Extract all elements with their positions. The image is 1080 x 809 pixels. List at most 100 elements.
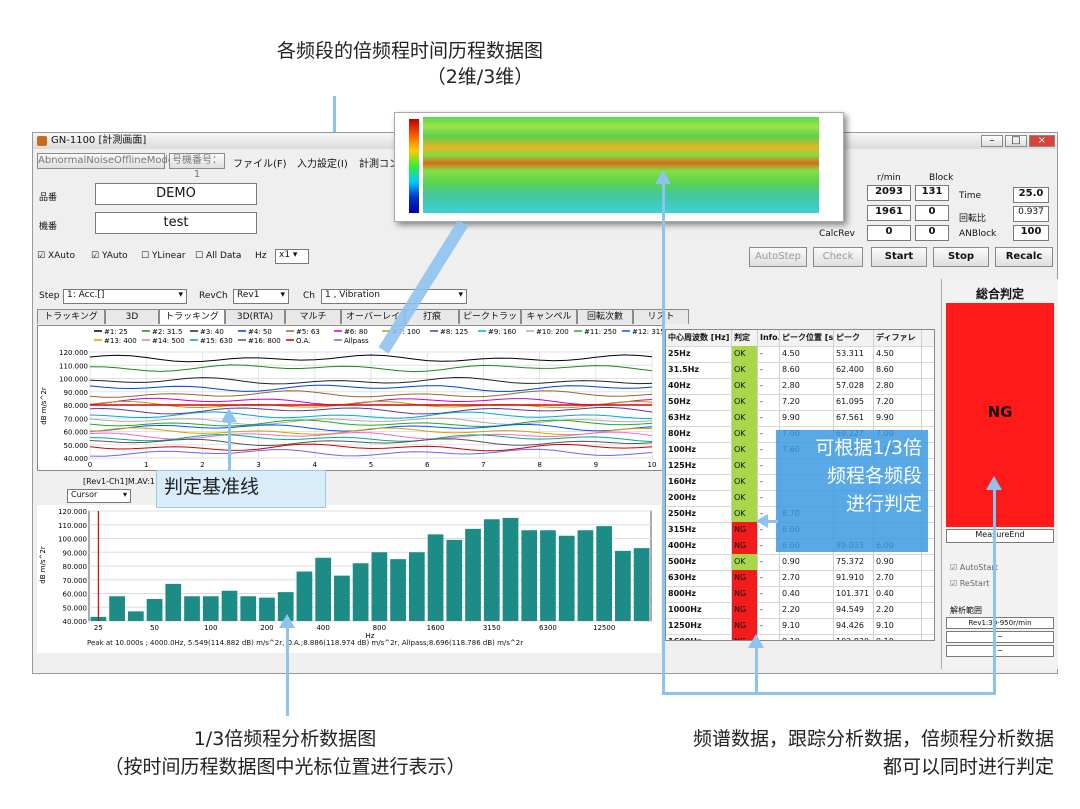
table-cell: 1250Hz (666, 618, 732, 634)
judgement-result: NG (987, 403, 1013, 421)
judge-callout-arrow-head (756, 514, 768, 528)
heatmap-popup (394, 112, 844, 222)
table-cell: 75.372 (834, 554, 874, 570)
table-cell: 2.80 (874, 378, 922, 394)
table-row[interactable]: 63Hz OK -9.90 67.561 9.90 (666, 410, 934, 427)
ratio-value: 0.937 (1013, 206, 1049, 222)
bar (615, 550, 631, 621)
legend-entry: #4: 50 (248, 328, 272, 336)
options-row: ☑ XAuto ☑ YAuto ☐ YLinear ☐ All Data Hz … (37, 249, 337, 265)
table-cell: 57.028 (834, 378, 874, 394)
table-cell: 9.10 (780, 618, 834, 634)
tab-order[interactable]: 回転次數 (577, 309, 633, 324)
tab-3d[interactable]: 3D (105, 309, 159, 324)
criteria-label: 判定基准线 (164, 476, 260, 498)
maximize-button[interactable]: □ (1005, 135, 1027, 147)
machine-number-button[interactable]: 号機番号：1 (169, 153, 225, 180)
start-button[interactable]: Start (871, 247, 927, 267)
menu-file[interactable]: ファイル(F) (233, 155, 287, 170)
table-row[interactable]: 40Hz OK -2.80 57.028 2.80 (666, 378, 934, 395)
col-header-freq: 中心周波数 [Hz] (666, 330, 732, 346)
judge-cell: OK (732, 362, 758, 378)
judge-cell: NG (732, 602, 758, 618)
table-cell: 40Hz (666, 378, 732, 394)
alldata-checkbox[interactable]: ☐ All Data (195, 251, 241, 261)
tab-tracking-rta[interactable]: トラッキング(RTA) (159, 309, 225, 337)
judge-cell: NG (732, 522, 758, 538)
tab-multi[interactable]: マルチ (285, 309, 341, 324)
recalc-button[interactable]: Recalc (995, 247, 1053, 267)
x-tick-label: 100 (204, 624, 217, 632)
x-tick-label: 25 (94, 624, 103, 632)
cursor-label: [Rev1-Ch1]M.AV:1 (83, 477, 155, 486)
table-row[interactable]: 800Hz NG -0.40 101.371 0.40 (666, 586, 934, 603)
ch-select[interactable]: 1 , Vibration ▾ (321, 289, 467, 304)
table-cell: 94.549 (834, 602, 874, 618)
annotation-bottom-left-2: （按时间历程数据图中光标位置进行表示） (104, 756, 466, 778)
product-field[interactable]: DEMO (95, 183, 257, 205)
check-button[interactable]: Check (813, 247, 863, 267)
cursor-select[interactable]: Cursor ▾ (67, 489, 131, 503)
bar (521, 530, 538, 621)
minimize-button[interactable]: – (981, 135, 1003, 147)
yauto-checkbox[interactable]: ☑ YAuto (91, 251, 128, 261)
x-tick-label: 12500 (593, 624, 615, 632)
table-row[interactable]: 31.5Hz OK -8.60 62.400 8.60 (666, 362, 934, 379)
x-tick-label: 9 (594, 461, 598, 469)
stop-button[interactable]: Stop (933, 247, 989, 267)
menu-measure[interactable]: 計測コン (359, 155, 399, 170)
xauto-checkbox[interactable]: ☑ XAuto (37, 251, 75, 261)
revch-select[interactable]: Rev1 ▾ (233, 289, 289, 304)
bar (446, 539, 463, 621)
restart-checkbox[interactable]: ☑ ReStart (950, 579, 989, 588)
rpm-value-1: 2093 (867, 185, 911, 201)
machine-field[interactable]: test (95, 212, 257, 234)
hz-select[interactable]: x1 ▾ (275, 249, 309, 264)
bar (408, 552, 425, 621)
table-row[interactable]: 1000Hz NG -2.20 94.549 2.20 (666, 602, 934, 619)
table-row[interactable]: 25Hz OK -4.50 53.311 4.50 (666, 346, 934, 363)
judgement-title: 総合判定 (975, 287, 1024, 301)
autostep-button[interactable]: AutoStep (749, 247, 807, 267)
rpm-header: r/min (877, 173, 901, 183)
y-tick-label: 70.000 (63, 577, 88, 585)
tab-3d-rta[interactable]: 3D(RTA) (225, 309, 285, 324)
step-select-value: 1: Acc.[] (67, 290, 105, 300)
menu-input-settings[interactable]: 入力設定(I) (297, 155, 348, 170)
table-cell: 102.830 (834, 634, 874, 640)
table-row[interactable]: 500Hz OK -0.90 75.372 0.90 (666, 554, 934, 571)
table-row[interactable]: 630Hz NG -2.70 91.910 2.70 (666, 570, 934, 587)
tab-campbell[interactable]: キャンペル (521, 309, 577, 324)
autostart-checkbox[interactable]: ☑ AutoStart (950, 563, 998, 572)
legend-entry: #5: 63 (296, 328, 320, 336)
x-tick-label: 2 (200, 461, 204, 469)
mode-button[interactable]: AbnormalNoiseOfflineMode (37, 153, 174, 169)
block-value-2: 0 (915, 205, 949, 221)
y-tick-label: 40.000 (64, 455, 89, 463)
ylinear-checkbox[interactable]: ☐ YLinear (141, 251, 185, 261)
calcrev-label: CalcRev (819, 229, 855, 239)
close-button[interactable]: × (1029, 135, 1055, 147)
judge-cell: OK (732, 378, 758, 394)
legend-entry: O.A. (296, 337, 310, 345)
time-history-chart: #1: 25 #2: 31.5 #3: 40 #4: 50 #5: 63 #6: 80 #7… (37, 325, 665, 476)
right-arrow-1 (662, 182, 665, 694)
bar (240, 596, 257, 621)
y-axis-label: dB m/s^2r (39, 546, 47, 584)
tab-peak-tracking[interactable]: ピークトラッキング (459, 309, 521, 337)
table-row[interactable]: 50Hz OK -7.20 61.095 7.20 (666, 394, 934, 411)
bar (334, 575, 350, 621)
table-cell: 50Hz (666, 394, 732, 410)
table-row[interactable]: 1250Hz NG -9.10 94.426 9.10 (666, 618, 934, 635)
step-select[interactable]: 1: Acc.[] ▾ (63, 289, 187, 304)
alldata-label: All Data (205, 251, 242, 261)
table-row[interactable]: 1600HzNG-9.10102.8309.10 (666, 634, 934, 640)
time-label: Time (959, 191, 982, 201)
ratio-label: 回転比 (959, 214, 987, 224)
range-label: 解析範囲 (950, 606, 982, 615)
table-cell: 80Hz (666, 426, 732, 442)
col-header-diff: ディファレ (874, 330, 922, 346)
window-title: GN-1100 [計測画面] (51, 135, 147, 146)
tab-tracking[interactable]: トラッキング (37, 309, 105, 324)
tab-list[interactable]: リスト (633, 309, 689, 324)
